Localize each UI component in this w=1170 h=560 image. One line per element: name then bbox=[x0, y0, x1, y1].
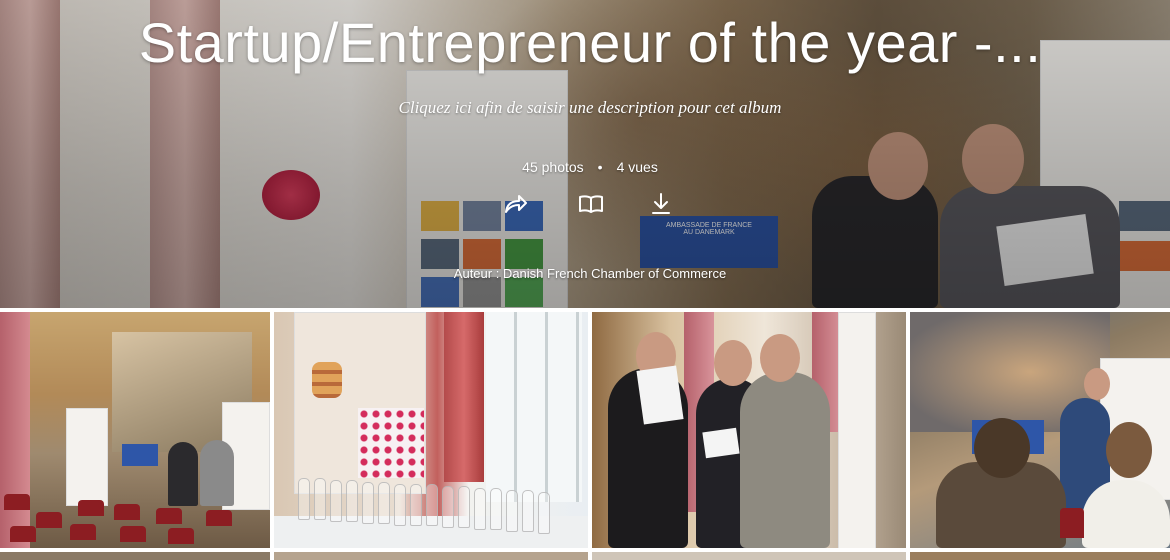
open-book-icon bbox=[579, 195, 603, 213]
album-actions bbox=[0, 190, 1170, 220]
photo-count: 45 photos bbox=[522, 159, 584, 175]
album-title[interactable]: Startup/Entrepreneur of the year -... bbox=[0, 10, 1170, 75]
view-count: 4 vues bbox=[616, 159, 658, 175]
photo-hall-audience[interactable] bbox=[0, 312, 270, 548]
album-description[interactable]: Cliquez ici afin de saisir une descripti… bbox=[0, 98, 1170, 118]
album-cover: AMBASSADE DE FRANCEAU DANEMARK Startup/E… bbox=[0, 0, 1170, 308]
download-button[interactable] bbox=[647, 190, 675, 218]
album-stats: 45 photos • 4 vues bbox=[0, 159, 1170, 175]
photo-grid bbox=[0, 312, 1170, 560]
photo-macarons-glasses[interactable] bbox=[274, 312, 588, 548]
share-arrow-icon bbox=[505, 195, 527, 213]
share-button[interactable] bbox=[501, 190, 529, 218]
stats-separator: • bbox=[597, 159, 603, 175]
photo-seated-audience[interactable] bbox=[910, 312, 1170, 548]
next-row-photo-1[interactable] bbox=[0, 552, 270, 560]
next-row-photo-4[interactable] bbox=[910, 552, 1170, 560]
next-row-photo-3[interactable] bbox=[592, 552, 906, 560]
slideshow-button[interactable] bbox=[577, 190, 605, 218]
photo-three-men-documents[interactable] bbox=[592, 312, 906, 548]
album-author: Auteur : Danish French Chamber of Commer… bbox=[453, 266, 727, 281]
download-icon bbox=[652, 193, 670, 214]
next-row-photo-2[interactable] bbox=[274, 552, 588, 560]
